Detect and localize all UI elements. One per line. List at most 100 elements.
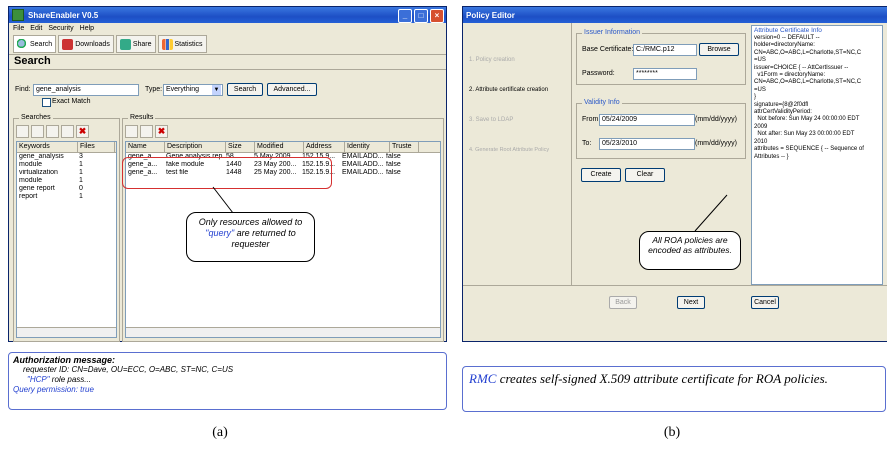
authorization-message-box: Authorization message: requester ID: CN=… [8,352,447,410]
browse-button[interactable]: Browse [699,43,739,56]
callout-pointer [212,186,234,214]
callout-query-highlight: "query" [205,228,235,238]
menu-help[interactable]: Help [80,25,94,32]
tab-search[interactable]: Search [13,35,57,53]
results-col-header[interactable]: Address [304,142,345,152]
search-button[interactable]: Search [227,83,263,96]
share-enabler-window: ShareEnabler V0.5 _ □ × File Edit Securi… [8,6,447,342]
tab-statistics-label: Statistics [174,40,203,48]
statistics-icon [161,38,173,50]
keyword-cell: module [19,177,42,184]
files-cell: 1 [79,161,83,168]
validity-info-label: Validity Info [582,99,622,106]
results-col-header[interactable]: Truste [390,142,419,152]
cert-info-line: issuer=CHOICE { -- AttCertIssuer -- [754,64,849,71]
create-button[interactable]: Create [581,168,621,182]
delete-icon[interactable]: ✖ [76,125,89,138]
results-cell: EMAILADD... [342,153,384,160]
pin-icon[interactable] [16,125,29,138]
results-hscrollbar[interactable] [126,327,440,337]
keyword-cell: virtualization [19,169,58,176]
keyword-cell: report [19,193,38,200]
searches-row[interactable]: module 1 [17,177,116,185]
edit-icon[interactable] [46,125,59,138]
step-1: 1. Policy creation [469,57,515,63]
results-col-header[interactable]: Modified [255,142,304,152]
policy-editor-window: Policy Editor 1. Policy creation 2. Attr… [462,6,887,342]
from-label: From: [582,116,601,123]
cert-info-line: version=0 -- DEFAULT -- [754,35,820,41]
from-date-input[interactable]: 05/24/2009 [599,114,695,126]
advanced-button[interactable]: Advanced... [267,83,317,96]
window-title: ShareEnabler V0.5 [28,10,99,20]
callout-query-text-2: are returned to requester [231,228,296,249]
menu-file[interactable]: File [13,25,24,32]
back-button[interactable]: Back [609,296,637,309]
searches-row[interactable]: gene report 0 [17,185,116,193]
clear-button[interactable]: Clear [625,168,665,182]
auth-heading: Authorization message: [13,355,116,365]
menu-security[interactable]: Security [48,25,73,32]
next-button[interactable]: Next [677,296,705,309]
to-date-input[interactable]: 05/23/2010 [599,138,695,150]
refresh-icon[interactable] [61,125,74,138]
cancel-button[interactable]: Cancel [751,296,779,309]
callout-query: Only resources allowed to "query" are re… [186,212,315,262]
download-icon[interactable] [125,125,138,138]
type-select[interactable]: Everything ▼ [163,84,223,96]
remove-icon[interactable]: ✖ [155,125,168,138]
results-col-header[interactable]: Description [165,142,226,152]
searches-row[interactable]: gene_analysis 3 [17,153,116,161]
cert-info-label: Attribute Certificate Info [754,27,822,34]
searches-row[interactable]: report 1 [17,193,116,201]
cert-info-line: CN=ABC,O=ABC,L=Charlotte,ST=NC,C [754,49,862,56]
maximize-button[interactable]: □ [414,9,428,23]
close-button[interactable]: × [430,9,444,23]
info-icon[interactable] [140,125,153,138]
auth-hcp: "HCP" [27,375,50,384]
step-2: 2. Attribute certificate creation [469,87,549,93]
tab-downloads[interactable]: Downloads [58,35,114,53]
share-icon [119,38,131,50]
title-bar: ShareEnabler V0.5 _ □ × [9,7,446,23]
find-input[interactable]: gene_analysis [33,84,139,96]
cert-info-line: =US [754,57,766,64]
tab-search-label: Search [30,40,53,48]
folder-icon[interactable] [31,125,44,138]
callout-pointer-b [694,194,728,232]
tab-share[interactable]: Share [115,35,156,53]
results-label: Results [128,114,156,121]
cert-info-line: holder=directoryName: [754,42,815,49]
exact-match-label: Exact Match [52,98,91,105]
menu-edit[interactable]: Edit [30,25,42,32]
label-a: (a) [212,425,228,440]
searches-row[interactable]: module 1 [17,161,116,169]
col-files[interactable]: Files [78,142,115,152]
find-label: Find: [15,86,31,93]
password-input[interactable]: ******** [633,68,697,80]
chevron-down-icon: ▼ [212,85,221,95]
menu-bar: File Edit Security Help [9,23,446,34]
col-keywords[interactable]: Keywords [17,142,78,152]
keyword-cell: gene report [19,185,55,192]
searches-label: Searches [19,114,53,121]
minimize-button[interactable]: _ [398,9,412,23]
cert-info-line: Attributes -- } [754,153,789,160]
cert-info-line: v1Form = directoryName: [754,72,826,79]
tab-share-label: Share [132,40,152,48]
app-icon [12,9,24,21]
tab-statistics[interactable]: Statistics [157,35,207,53]
results-col-header[interactable]: Name [126,142,165,152]
searches-hscrollbar[interactable] [17,327,116,337]
cert-info-line: 2010 [754,138,768,145]
rmc-caption-text: creates self-signed X.509 attribute cert… [496,371,828,386]
files-cell: 1 [79,177,83,184]
results-col-header[interactable]: Size [226,142,255,152]
exact-match-checkbox[interactable] [42,98,51,107]
title-bar-b: Policy Editor [463,7,887,23]
cert-info-panel: Attribute Certificate Info version=0 -- … [751,25,883,285]
to-label: To: [582,140,592,147]
base-cert-input[interactable]: C:/RMC.p12 [633,44,697,56]
results-col-header[interactable]: Identity [345,142,390,152]
searches-row[interactable]: virtualization 1 [17,169,116,177]
